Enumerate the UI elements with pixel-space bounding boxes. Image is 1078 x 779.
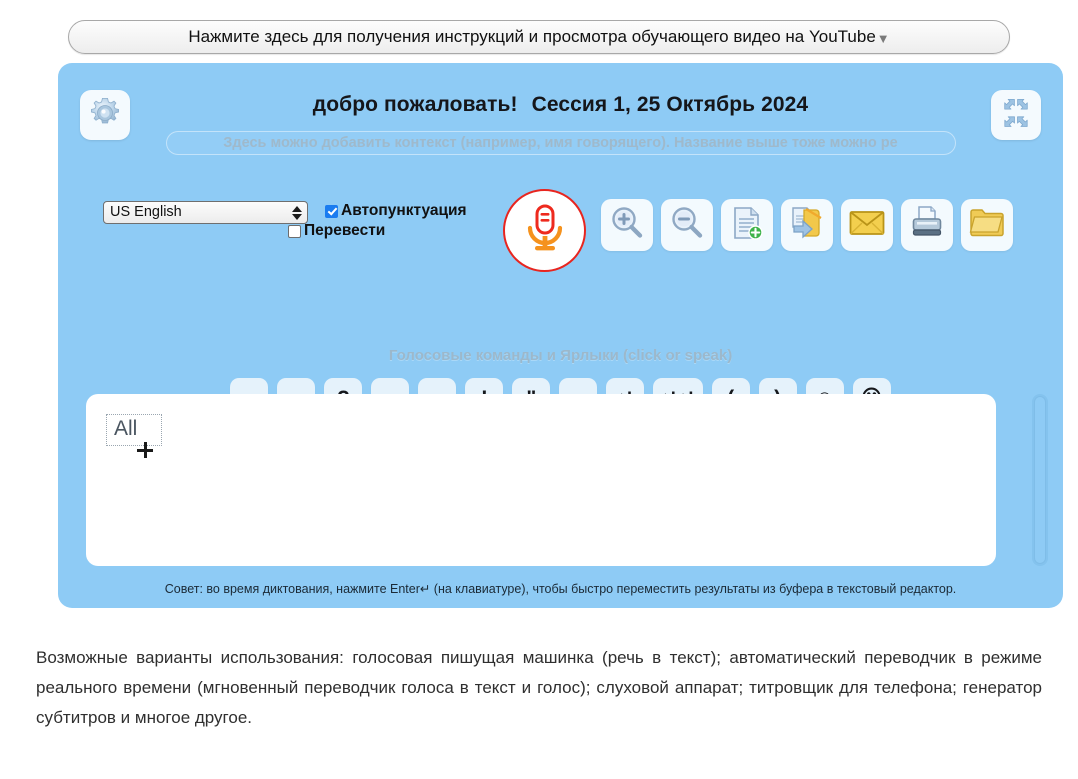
- open-folder-icon: [968, 204, 1006, 247]
- transcript-editor-wrap: All: [86, 394, 996, 566]
- microphone-icon: [521, 202, 569, 259]
- chevron-down-icon: ▼: [876, 30, 890, 46]
- print-icon: [908, 204, 946, 247]
- email-icon: [848, 204, 886, 247]
- panel-title: добро пожаловать! Сессия 1, 25 Октябрь 20…: [58, 93, 1063, 117]
- all-chip[interactable]: All: [106, 414, 162, 447]
- translate-checkbox[interactable]: [288, 224, 301, 238]
- export-to-folder-button[interactable]: [781, 199, 833, 251]
- record-microphone-button[interactable]: [503, 189, 586, 272]
- instructions-youtube-button[interactable]: Нажмите здесь для получения инструкций и…: [68, 20, 1010, 54]
- autopunctuation-label: Автопунктуация: [341, 202, 467, 219]
- translate-row[interactable]: Перевести: [288, 222, 385, 240]
- export-to-folder-icon: [788, 204, 826, 247]
- new-document-button[interactable]: [721, 199, 773, 251]
- zoom-in-button[interactable]: [601, 199, 653, 251]
- voice-commands-title: Голосовые команды и Ярлыки (click or spe…: [388, 347, 733, 364]
- gear-icon: [88, 96, 122, 135]
- instructions-banner: Нажмите здесь для получения инструкций и…: [68, 20, 1010, 54]
- title-greeting: добро пожаловать!: [312, 93, 518, 116]
- zoom-out-button[interactable]: [661, 199, 713, 251]
- editor-scrollbar-thumb[interactable]: [1034, 396, 1046, 564]
- fullscreen-button[interactable]: [991, 90, 1041, 140]
- autopunctuation-row[interactable]: Автопунктуация: [325, 202, 467, 220]
- page-root: Нажмите здесь для получения инструкций и…: [0, 0, 1078, 779]
- open-folder-button[interactable]: [961, 199, 1013, 251]
- editor-scrollbar[interactable]: [1032, 394, 1048, 566]
- context-input[interactable]: [165, 131, 956, 155]
- expand-arrows-icon: [999, 96, 1033, 135]
- print-button[interactable]: [901, 199, 953, 251]
- control-row: US English Автопунктуация Перевести: [58, 189, 1063, 272]
- instructions-label: Нажмите здесь для получения инструкций и…: [188, 27, 876, 46]
- zoom-out-icon: [668, 204, 706, 247]
- usage-paragraph: Возможные варианты использования: голосо…: [36, 648, 1042, 727]
- new-document-icon: [728, 204, 766, 247]
- autopunctuation-checkbox[interactable]: [325, 204, 338, 218]
- settings-button[interactable]: [80, 90, 130, 140]
- title-session: Сессия 1, 25 Октябрь 2024: [531, 93, 809, 116]
- zoom-in-icon: [608, 204, 646, 247]
- email-button[interactable]: [841, 199, 893, 251]
- dictation-panel: добро пожаловать! Сессия 1, 25 Октябрь 20…: [58, 63, 1063, 608]
- tip-text: Совет: во время диктования, нажмите Ente…: [164, 582, 957, 596]
- action-toolbar: [601, 199, 1013, 251]
- translate-label: Перевести: [304, 222, 386, 239]
- transcript-editor[interactable]: All: [86, 394, 996, 566]
- language-select[interactable]: US English: [103, 201, 308, 224]
